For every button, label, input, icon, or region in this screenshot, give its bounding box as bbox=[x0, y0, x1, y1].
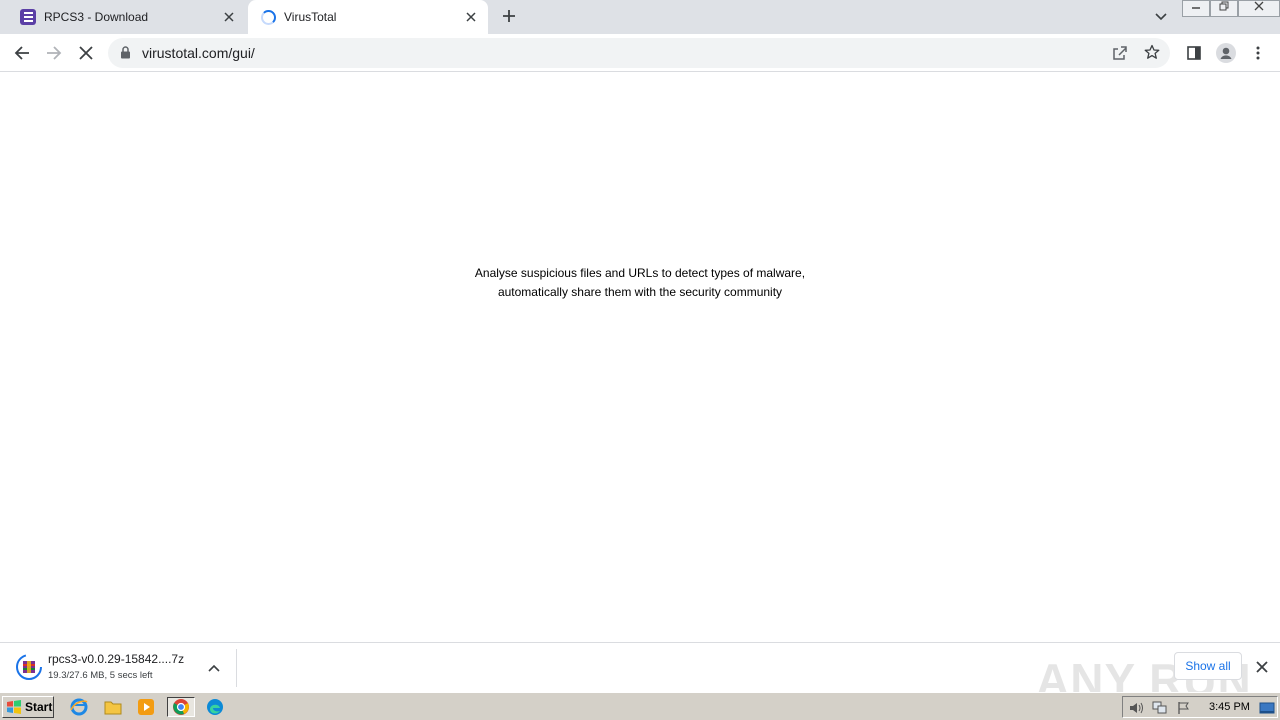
tab-rpcs3[interactable]: RPCS3 - Download bbox=[8, 0, 246, 34]
loading-spinner-icon bbox=[260, 9, 276, 25]
tagline-line-2: automatically share them with the securi… bbox=[497, 285, 783, 299]
profile-button[interactable] bbox=[1215, 42, 1237, 64]
share-icon[interactable] bbox=[1112, 45, 1128, 66]
tab-search-button[interactable] bbox=[1152, 8, 1170, 26]
chevron-down-icon bbox=[1155, 13, 1167, 21]
start-label: Start bbox=[25, 700, 53, 714]
avatar-icon bbox=[1216, 43, 1236, 63]
close-window-button[interactable] bbox=[1238, 0, 1280, 17]
network-icon[interactable] bbox=[1152, 700, 1168, 716]
show-all-button[interactable]: Show all bbox=[1174, 652, 1242, 680]
back-button[interactable] bbox=[11, 42, 33, 64]
download-filename: rpcs3-v0.0.29-15842....7z bbox=[48, 652, 185, 666]
show-desktop-icon[interactable] bbox=[1259, 700, 1275, 716]
browser-toolbar: virustotal.com/gui/ bbox=[0, 34, 1280, 72]
arrow-left-icon bbox=[14, 46, 29, 60]
close-tab-icon[interactable] bbox=[462, 8, 480, 26]
new-tab-button[interactable] bbox=[498, 6, 520, 28]
internet-explorer-icon[interactable] bbox=[68, 697, 90, 717]
taskbar: Start 3:45 PM bbox=[0, 692, 1280, 720]
system-tray: 3:45 PM bbox=[1122, 696, 1278, 718]
start-button[interactable]: Start bbox=[2, 696, 54, 718]
flag-icon[interactable] bbox=[1176, 700, 1192, 716]
close-icon bbox=[79, 46, 93, 60]
chrome-icon[interactable] bbox=[167, 697, 195, 717]
kebab-menu-icon bbox=[1256, 46, 1260, 60]
chevron-up-icon[interactable] bbox=[206, 660, 222, 676]
window-controls bbox=[1182, 0, 1280, 18]
url-text[interactable]: virustotal.com/gui/ bbox=[142, 45, 255, 61]
tab-virustotal[interactable]: VirusTotal bbox=[248, 0, 488, 34]
download-item[interactable]: rpcs3-v0.0.29-15842....7z 19.3/27.6 MB, … bbox=[12, 649, 236, 687]
rpcs3-favicon-icon bbox=[20, 9, 36, 25]
tab-strip: RPCS3 - Download VirusTotal bbox=[0, 0, 1280, 34]
tab-title: RPCS3 - Download bbox=[44, 10, 149, 24]
divider bbox=[236, 649, 237, 687]
volume-icon[interactable] bbox=[1128, 700, 1144, 716]
minimize-button[interactable] bbox=[1182, 0, 1210, 17]
side-panel-icon bbox=[1187, 46, 1201, 60]
windows-logo-icon bbox=[7, 700, 21, 714]
file-explorer-icon[interactable] bbox=[102, 697, 124, 717]
close-download-bar-icon[interactable] bbox=[1253, 658, 1271, 676]
download-status: 19.3/27.6 MB, 5 secs left bbox=[48, 670, 153, 681]
media-player-icon[interactable] bbox=[135, 697, 157, 717]
arrow-right-icon bbox=[47, 46, 62, 60]
forward-button[interactable] bbox=[43, 42, 65, 64]
archive-file-icon bbox=[16, 654, 42, 680]
bookmark-star-icon[interactable] bbox=[1144, 44, 1160, 65]
side-panel-button[interactable] bbox=[1183, 42, 1205, 64]
stop-loading-button[interactable] bbox=[75, 42, 97, 64]
close-tab-icon[interactable] bbox=[220, 8, 238, 26]
menu-button[interactable] bbox=[1247, 42, 1269, 64]
tab-title: VirusTotal bbox=[284, 10, 337, 24]
download-shelf: rpcs3-v0.0.29-15842....7z 19.3/27.6 MB, … bbox=[0, 642, 1280, 706]
plus-icon bbox=[503, 10, 515, 22]
lock-icon[interactable] bbox=[120, 46, 131, 64]
restore-button[interactable] bbox=[1210, 0, 1238, 17]
page-content: Analyse suspicious files and URLs to det… bbox=[0, 72, 1280, 642]
address-bar[interactable]: virustotal.com/gui/ bbox=[108, 38, 1170, 68]
tagline: Analyse suspicious files and URLs to det… bbox=[390, 264, 890, 302]
clock[interactable]: 3:45 PM bbox=[1209, 701, 1250, 713]
edge-icon[interactable] bbox=[204, 697, 226, 717]
tagline-line-1: Analyse suspicious files and URLs to det… bbox=[474, 266, 806, 280]
